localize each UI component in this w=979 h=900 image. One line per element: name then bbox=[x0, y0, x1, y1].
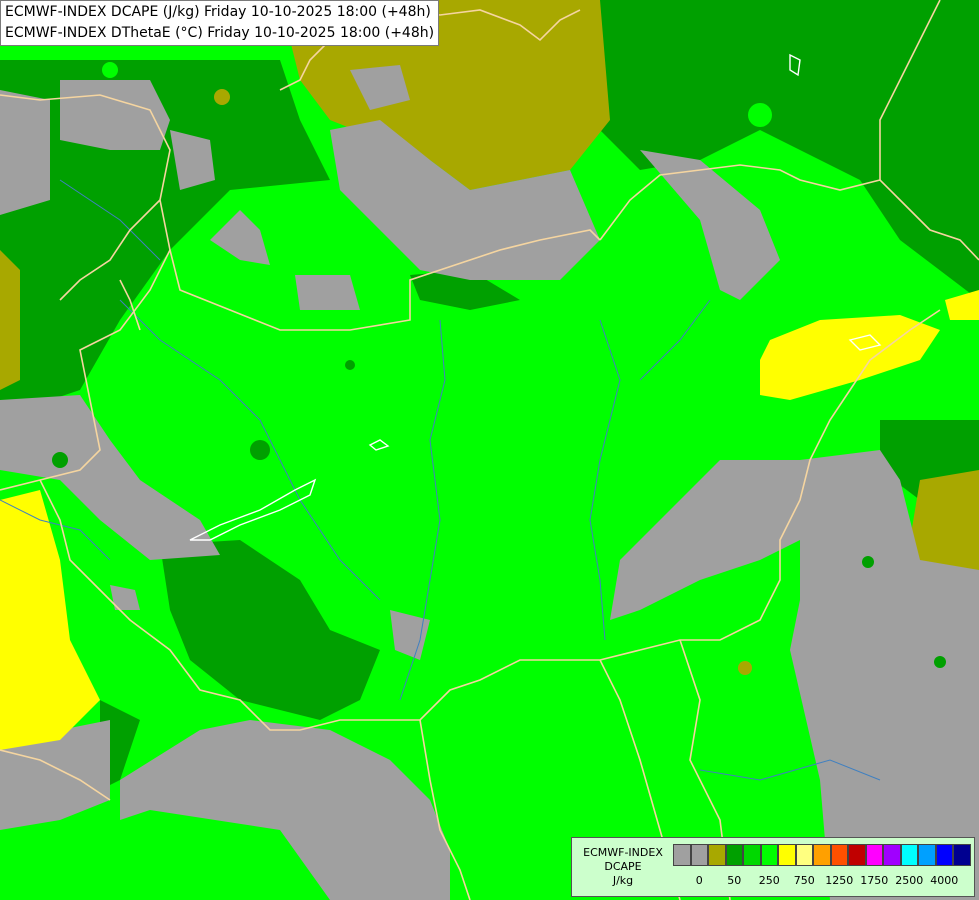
legend-swatch bbox=[795, 844, 813, 866]
legend-tick-label: 250 bbox=[758, 874, 780, 887]
color-legend: ECMWF-INDEX DCAPE J/kg 0 50 250 750 1250 1750… bbox=[571, 837, 975, 897]
dcape-field bbox=[0, 0, 979, 900]
legend-ticks: 0 50 250 750 1250 1750 2500 4000 bbox=[673, 874, 973, 888]
legend-swatches bbox=[673, 844, 971, 866]
legend-model: ECMWF-INDEX bbox=[583, 846, 663, 859]
weather-map: ECMWF-INDEX DCAPE (J/kg) Friday 10-10-20… bbox=[0, 0, 979, 900]
legend-tick-label: 2500 bbox=[895, 874, 924, 887]
legend-unit: J/kg bbox=[612, 874, 634, 887]
legend-swatch bbox=[673, 844, 691, 866]
title-dcape: ECMWF-INDEX DCAPE (J/kg) Friday 10-10-20… bbox=[5, 4, 431, 20]
legend-tick-label: 50 bbox=[727, 874, 742, 887]
legend-swatch bbox=[953, 844, 971, 866]
legend-swatch bbox=[883, 844, 901, 866]
map-title: ECMWF-INDEX DCAPE (J/kg) Friday 10-10-20… bbox=[0, 0, 440, 46]
legend-swatch bbox=[708, 844, 726, 866]
title-dthetae: ECMWF-INDEX DThetaE (°C) Friday 10-10-20… bbox=[5, 25, 435, 41]
legend-tick-label: 750 bbox=[793, 874, 815, 887]
legend-swatch bbox=[830, 844, 848, 866]
legend-swatch bbox=[918, 844, 936, 866]
legend-label: ECMWF-INDEX DCAPE J/kg bbox=[576, 846, 670, 888]
legend-swatch bbox=[760, 844, 778, 866]
legend-swatch bbox=[778, 844, 796, 866]
legend-swatch bbox=[813, 844, 831, 866]
legend-swatch bbox=[725, 844, 743, 866]
legend-swatch bbox=[900, 844, 918, 866]
legend-swatch bbox=[690, 844, 708, 866]
legend-tick-label: 4000 bbox=[930, 874, 959, 887]
legend-tick-label: 1750 bbox=[860, 874, 889, 887]
legend-swatch bbox=[935, 844, 953, 866]
legend-tick-label: 0 bbox=[695, 874, 703, 887]
legend-swatch bbox=[848, 844, 866, 866]
legend-tick-label: 1250 bbox=[825, 874, 854, 887]
legend-swatch bbox=[865, 844, 883, 866]
legend-swatch bbox=[743, 844, 761, 866]
legend-parameter: DCAPE bbox=[604, 860, 642, 873]
